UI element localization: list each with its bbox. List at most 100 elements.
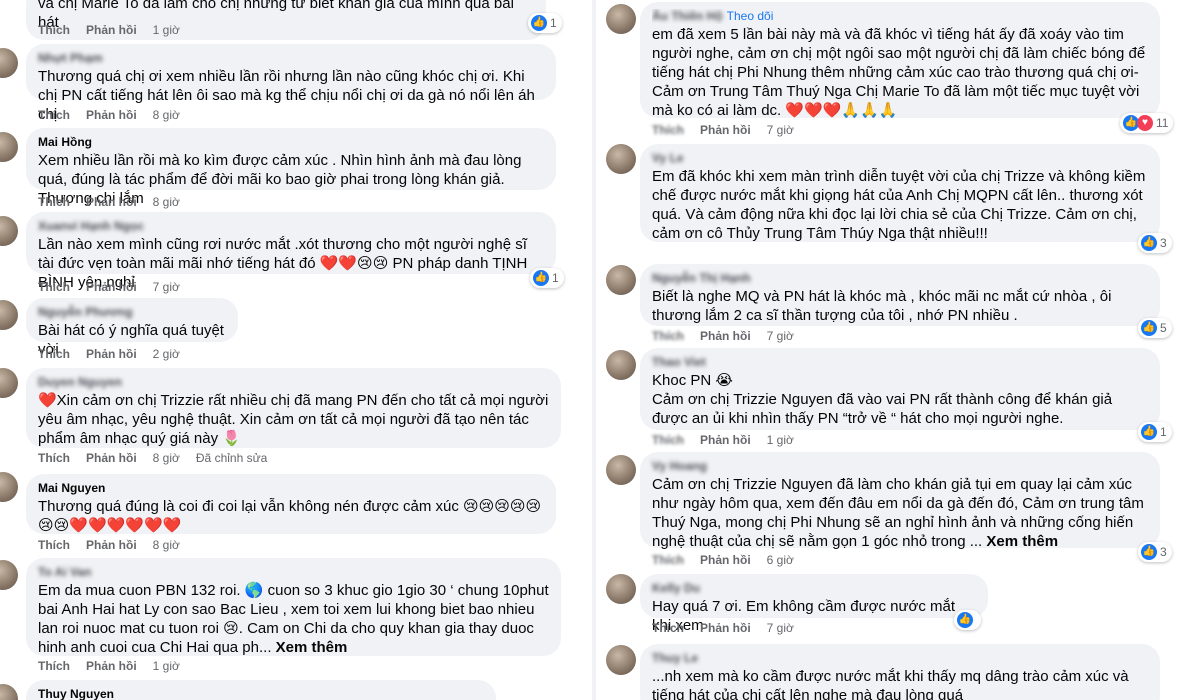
comment-time: 7 giờ	[766, 123, 794, 137]
comment-bubble: Xuanvi Hạnh Ngọc Lần nào xem mình cũng r…	[26, 212, 556, 291]
reaction-count[interactable]: 👍 5	[1138, 318, 1172, 338]
comment-bubble: Vy Le Em đã khóc khi xem màn trình diễn …	[640, 144, 1160, 242]
avatar[interactable]	[0, 472, 18, 502]
see-more-link[interactable]: Xem thêm	[986, 533, 1058, 550]
column-divider	[592, 0, 596, 700]
like-reaction-icon: 👍	[533, 270, 549, 286]
see-more-link[interactable]: Xem thêm	[276, 639, 348, 656]
right-comment-column: Âu Thiên Hộ Theo dõi em đã xem 5 lần bài …	[598, 0, 1200, 700]
like-button[interactable]: Thích	[652, 329, 684, 343]
avatar[interactable]	[0, 560, 18, 590]
reply-button[interactable]: Phản hồi	[700, 433, 751, 447]
avatar[interactable]	[0, 132, 18, 162]
reply-button[interactable]: Phản hồi	[86, 451, 137, 465]
avatar[interactable]	[0, 368, 18, 398]
reply-button[interactable]: Phản hồi	[700, 123, 751, 137]
love-reaction-icon: ♥	[1137, 115, 1153, 131]
reply-button[interactable]: Phản hồi	[700, 329, 751, 343]
like-button[interactable]: Thích	[38, 280, 70, 294]
like-reaction-icon: 👍	[1141, 544, 1157, 560]
comment-actions: Thích Phản hồi 7 giờ	[652, 122, 810, 138]
comment-text: Em đã khóc khi xem màn trình diễn tuyệt …	[652, 168, 1150, 242]
like-button[interactable]: Thích	[38, 538, 70, 552]
reaction-count[interactable]: 👍 1	[1138, 422, 1172, 442]
like-button[interactable]: Thích	[38, 23, 70, 37]
avatar[interactable]	[606, 4, 636, 34]
reply-button[interactable]: Phản hồi	[86, 280, 137, 294]
commenter-name[interactable]: Thuy Le	[652, 651, 1148, 666]
like-button[interactable]: Thích	[652, 553, 684, 567]
comment-actions: Thích Phản hồi 7 giờ	[38, 279, 196, 295]
reply-button[interactable]: Phản hồi	[86, 538, 137, 552]
avatar[interactable]	[0, 684, 18, 700]
commenter-name[interactable]: Nguyễn Thị Hạnh	[652, 271, 1148, 286]
like-button[interactable]: Thích	[652, 621, 684, 635]
comment-actions: Thích Phản hồi 6 giờ	[652, 552, 810, 568]
like-button[interactable]: Thích	[38, 659, 70, 673]
commenter-name[interactable]: Kelly Du	[652, 581, 976, 596]
avatar[interactable]	[606, 645, 636, 675]
avatar[interactable]	[0, 300, 18, 330]
commenter-name[interactable]: Xuanvi Hạnh Ngọc	[38, 219, 544, 234]
commenter-name[interactable]: Mai Hồng	[38, 135, 544, 150]
comment-time: 7 giờ	[152, 280, 180, 294]
reaction-count[interactable]: 👍	[954, 610, 981, 630]
comment-actions: Thích Phản hồi 7 giờ	[652, 328, 810, 344]
comment-bubble: To Ai Van Em da mua cuon PBN 132 roi. 🌎 …	[26, 558, 561, 656]
reaction-count[interactable]: 👍 3	[1138, 542, 1172, 562]
commenter-name[interactable]: Mai Nguyen	[38, 481, 544, 496]
reaction-count[interactable]: 👍 3	[1138, 233, 1172, 253]
commenter-name[interactable]: Thuy Nguyen	[38, 687, 484, 700]
reply-button[interactable]: Phản hồi	[86, 347, 137, 361]
comment-bubble: Nhựt Phạm Thương quá chị ơi xem nhiều lầ…	[26, 44, 556, 123]
commenter-name[interactable]: Vy Le	[652, 151, 1148, 166]
avatar[interactable]	[0, 48, 18, 78]
reaction-count[interactable]: 👍 1	[530, 268, 564, 288]
commenter-name[interactable]: Nhựt Phạm	[38, 51, 544, 66]
comment-bubble: Nguyễn Thị Hạnh Biết là nghe MQ và PN há…	[640, 264, 1160, 326]
like-button[interactable]: Thích	[38, 195, 70, 209]
comment-bubble: Kelly Du Hay quá 7 ơi. Em không cầm được…	[640, 574, 988, 634]
comment-actions: Thích Phản hồi 1 giờ	[38, 22, 196, 38]
comment-text: Khoc PN 😭 Cảm ơn chị Trizzie Nguyen đã v…	[652, 372, 1113, 427]
reply-button[interactable]: Phản hồi	[86, 195, 137, 209]
comment-bubble: Thuy Le ...nh xem mà ko cầm được nước mắ…	[640, 644, 1160, 700]
like-button[interactable]: Thích	[652, 433, 684, 447]
avatar[interactable]	[606, 265, 636, 295]
comment-bubble: Mai Hồng Xem nhiều lần rồi mà ko kìm đượ…	[26, 128, 556, 207]
avatar[interactable]	[0, 216, 18, 246]
reply-button[interactable]: Phản hồi	[700, 621, 751, 635]
comment-actions: Thích Phản hồi 1 giờ	[652, 432, 810, 448]
like-button[interactable]: Thích	[38, 108, 70, 122]
reply-button[interactable]: Phản hồi	[86, 659, 137, 673]
like-button[interactable]: Thích	[652, 123, 684, 137]
reaction-count[interactable]: 👍 ♥ 11	[1120, 113, 1174, 133]
edited-label: Đã chỉnh sửa	[195, 451, 268, 465]
avatar[interactable]	[606, 350, 636, 380]
commenter-name[interactable]: Thao Viet	[652, 355, 1148, 370]
commenter-name[interactable]: Vy Hoang	[652, 459, 1148, 474]
reply-button[interactable]: Phản hồi	[700, 553, 751, 567]
comment-time: 1 giờ	[152, 23, 180, 37]
reply-button[interactable]: Phản hồi	[86, 108, 137, 122]
avatar[interactable]	[606, 574, 636, 604]
follow-link[interactable]: Theo dõi	[727, 9, 774, 23]
comment-actions: Thích Phản hồi 8 giờ Đã chỉnh sửa	[38, 450, 283, 466]
commenter-name[interactable]: To Ai Van	[38, 565, 549, 580]
comment-bubble: Vy Hoang Cảm ơn chị Trizzie Nguyen đã là…	[640, 452, 1160, 550]
commenter-name[interactable]: Nguyễn Phương	[38, 305, 226, 320]
comment-actions: Thích Phản hồi 8 giờ	[38, 194, 196, 210]
reaction-count[interactable]: 👍 1	[528, 13, 562, 33]
comment-time: 8 giờ	[152, 108, 180, 122]
avatar[interactable]	[606, 144, 636, 174]
like-button[interactable]: Thích	[38, 347, 70, 361]
comment-actions: Thích Phản hồi 8 giờ	[38, 107, 196, 123]
reply-button[interactable]: Phản hồi	[86, 23, 137, 37]
comment-time: 7 giờ	[766, 329, 794, 343]
like-button[interactable]: Thích	[38, 451, 70, 465]
comment-bubble: Nguyễn Phương Bài hát có ý nghĩa quá tuy…	[26, 298, 238, 358]
comment-bubble: Mai Nguyen Thương quá đúng là coi đi coi…	[26, 474, 556, 534]
commenter-name[interactable]: Duyen Nguyen	[38, 375, 549, 390]
avatar[interactable]	[606, 455, 636, 485]
comment-actions: Thích Phản hồi 1 giờ	[38, 658, 196, 674]
